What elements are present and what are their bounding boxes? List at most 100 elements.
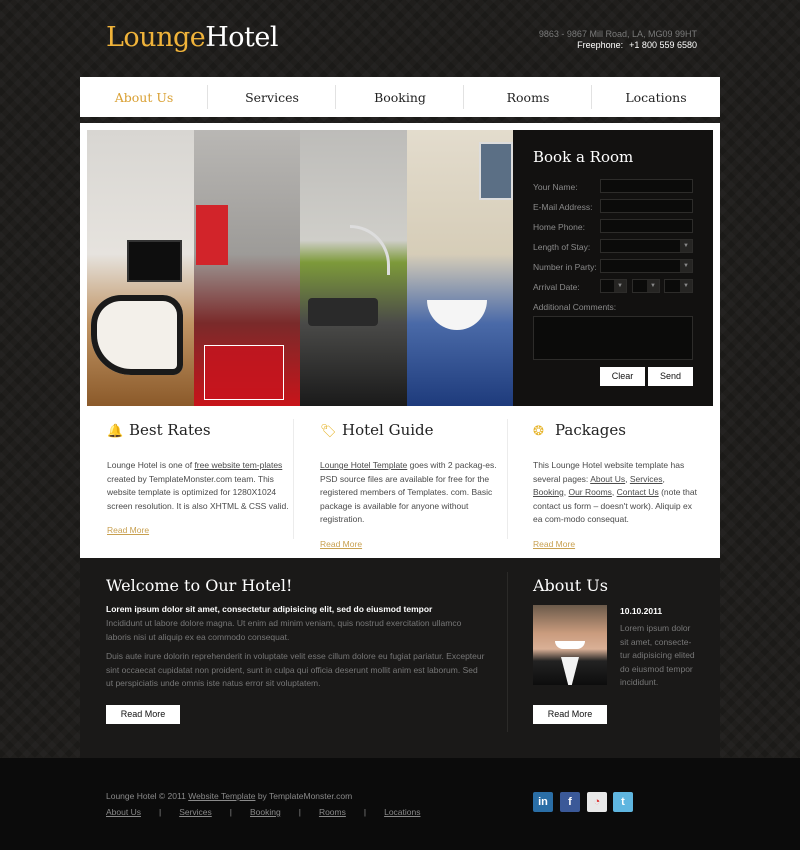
column-divider xyxy=(507,419,508,539)
site-logo[interactable]: LoungeHotel xyxy=(106,22,278,53)
phone-label: Freephone: xyxy=(577,40,624,50)
nav-item-rooms[interactable]: Rooms xyxy=(464,77,592,117)
read-more-link[interactable]: Read More xyxy=(320,539,505,549)
free-templates-link[interactable]: free website tem-plates xyxy=(194,460,282,470)
copyright-prefix: Lounge Hotel © 2011 xyxy=(106,791,189,801)
lower-section: Welcome to Our Hotel! Lorem ipsum dolor … xyxy=(80,558,720,758)
feature-text-suffix: created by TemplateMonster.com team. Thi… xyxy=(107,473,289,511)
email-input[interactable] xyxy=(600,199,693,213)
footer-separator: | xyxy=(158,807,162,817)
chevron-down-icon: ▼ xyxy=(680,260,692,272)
footer-separator: | xyxy=(363,807,367,817)
footer-link-rooms[interactable]: Rooms xyxy=(319,807,346,817)
linkedin-icon[interactable]: in xyxy=(533,792,553,812)
footer-link-about-us[interactable]: About Us xyxy=(106,807,141,817)
section-divider xyxy=(507,572,508,732)
comments-label: Additional Comments: xyxy=(533,302,617,312)
your-name-label: Your Name: xyxy=(533,182,578,192)
copyright: Lounge Hotel © 2011 Website Template by … xyxy=(106,791,352,801)
arrival-month-select[interactable]: ▼ xyxy=(632,279,660,293)
about-date: 10.10.2011 xyxy=(620,606,663,616)
feature-best-rates: 🔔 Best Rates Lounge Hotel is one of free… xyxy=(107,421,292,535)
chevron-down-icon: ▼ xyxy=(614,280,626,292)
booking-form: Book a Room Your Name: E-Mail Address: H… xyxy=(513,130,713,406)
footer-nav: About Us | Services | Booking | Rooms | Loca… xyxy=(106,807,420,817)
feature-packages: ❂ Packages This Lounge Hotel website tem… xyxy=(533,421,698,549)
email-label: E-Mail Address: xyxy=(533,202,593,212)
main-content: Book a Room Your Name: E-Mail Address: H… xyxy=(80,123,720,558)
chevron-down-icon: ▼ xyxy=(647,280,659,292)
chevron-down-icon: ▼ xyxy=(680,240,692,252)
comments-textarea[interactable] xyxy=(533,316,693,360)
number-in-party-select[interactable]: ▼ xyxy=(600,259,693,273)
clear-button[interactable]: Clear xyxy=(600,367,645,386)
picasa-icon[interactable]: ◔ xyxy=(587,792,607,812)
welcome-read-more-button[interactable]: Read More xyxy=(106,705,180,724)
feature-text: Lounge Hotel Template goes with 2 packag… xyxy=(320,459,505,527)
welcome-paragraph-2: Duis aute irure dolorin reprehenderit in… xyxy=(106,651,485,688)
length-of-stay-select[interactable]: ▼ xyxy=(600,239,693,253)
logo-text-lounge: Lounge xyxy=(106,22,206,53)
footer-link-locations[interactable]: Locations xyxy=(384,807,420,817)
footer-separator: | xyxy=(298,807,301,817)
link-our-rooms[interactable]: Our Rooms xyxy=(568,487,611,497)
column-divider xyxy=(293,419,294,539)
nav-item-locations[interactable]: Locations xyxy=(592,77,720,117)
bell-icon: 🔔 xyxy=(107,423,124,438)
nav-item-about-us[interactable]: About Us xyxy=(80,77,208,117)
phone-number: +1 800 559 6580 xyxy=(629,40,697,50)
coins-icon: ❂ xyxy=(533,423,544,438)
lounge-room-image xyxy=(300,130,407,406)
lounge-hotel-template-link[interactable]: Lounge Hotel Template xyxy=(320,460,407,470)
footer-link-services[interactable]: Services xyxy=(179,807,212,817)
copyright-suffix: by TemplateMonster.com xyxy=(255,791,353,801)
read-more-link[interactable]: Read More xyxy=(107,525,292,535)
chevron-down-icon: ▼ xyxy=(680,280,692,292)
nav-item-booking[interactable]: Booking xyxy=(336,77,464,117)
feature-hotel-guide: 🏷 Hotel Guide Lounge Hotel Template goes… xyxy=(320,421,505,549)
nav-item-services[interactable]: Services xyxy=(208,77,336,117)
your-name-input[interactable] xyxy=(600,179,693,193)
feature-title: Best Rates xyxy=(129,421,211,439)
footer: Lounge Hotel © 2011 Website Template by … xyxy=(0,758,800,850)
footer-separator: | xyxy=(229,807,232,817)
hero-gallery xyxy=(87,130,513,406)
welcome-lead: Lorem ipsum dolor sit amet, consectetur … xyxy=(106,604,433,614)
feature-title: Packages xyxy=(555,421,626,439)
phone-line: Freephone: +1 800 559 6580 xyxy=(577,40,697,50)
main-nav: About Us Services Booking Rooms Location… xyxy=(80,77,720,117)
staff-photo xyxy=(533,605,607,685)
booking-title: Book a Room xyxy=(533,148,634,166)
number-in-party-label: Number in Party: xyxy=(533,262,597,272)
link-about-us[interactable]: About Us xyxy=(590,474,625,484)
about-text: Lorem ipsum dolor sit amet, consecte-tur… xyxy=(620,623,695,687)
facebook-icon[interactable]: f xyxy=(560,792,580,812)
link-contact-us[interactable]: Contact Us xyxy=(617,487,659,497)
send-button[interactable]: Send xyxy=(648,367,693,386)
arrival-day-select[interactable]: ▼ xyxy=(600,279,627,293)
bathroom-image xyxy=(406,130,513,406)
tag-icon: 🏷 xyxy=(320,423,337,438)
home-phone-input[interactable] xyxy=(600,219,693,233)
length-of-stay-label: Length of Stay: xyxy=(533,242,591,252)
welcome-paragraph-1: Incididunt ut labore dolore magna. Ut en… xyxy=(106,618,462,642)
red-interior-image xyxy=(193,130,300,406)
welcome-title: Welcome to Our Hotel! xyxy=(106,576,293,595)
feature-text: Lounge Hotel is one of free website tem-… xyxy=(107,459,292,513)
feature-text-prefix: Lounge Hotel is one of xyxy=(107,460,195,470)
link-services[interactable]: Services xyxy=(630,474,663,484)
feature-text: This Lounge Hotel website template has s… xyxy=(533,460,697,524)
logo-text-hotel: Hotel xyxy=(205,22,278,53)
hotel-address: 9863 - 9867 Mill Road, LA, MG09 99HT xyxy=(538,29,697,39)
read-more-link[interactable]: Read More xyxy=(533,539,698,549)
feature-title: Hotel Guide xyxy=(342,421,434,439)
arrival-year-select[interactable]: ▼ xyxy=(664,279,693,293)
arrival-date-label: Arrival Date: xyxy=(533,282,580,292)
twitter-icon[interactable]: t xyxy=(613,792,633,812)
living-room-image xyxy=(87,130,194,406)
website-template-link[interactable]: Website Template xyxy=(188,791,255,801)
link-booking[interactable]: Booking xyxy=(533,487,564,497)
footer-link-booking[interactable]: Booking xyxy=(250,807,281,817)
about-read-more-button[interactable]: Read More xyxy=(533,705,607,724)
home-phone-label: Home Phone: xyxy=(533,222,585,232)
